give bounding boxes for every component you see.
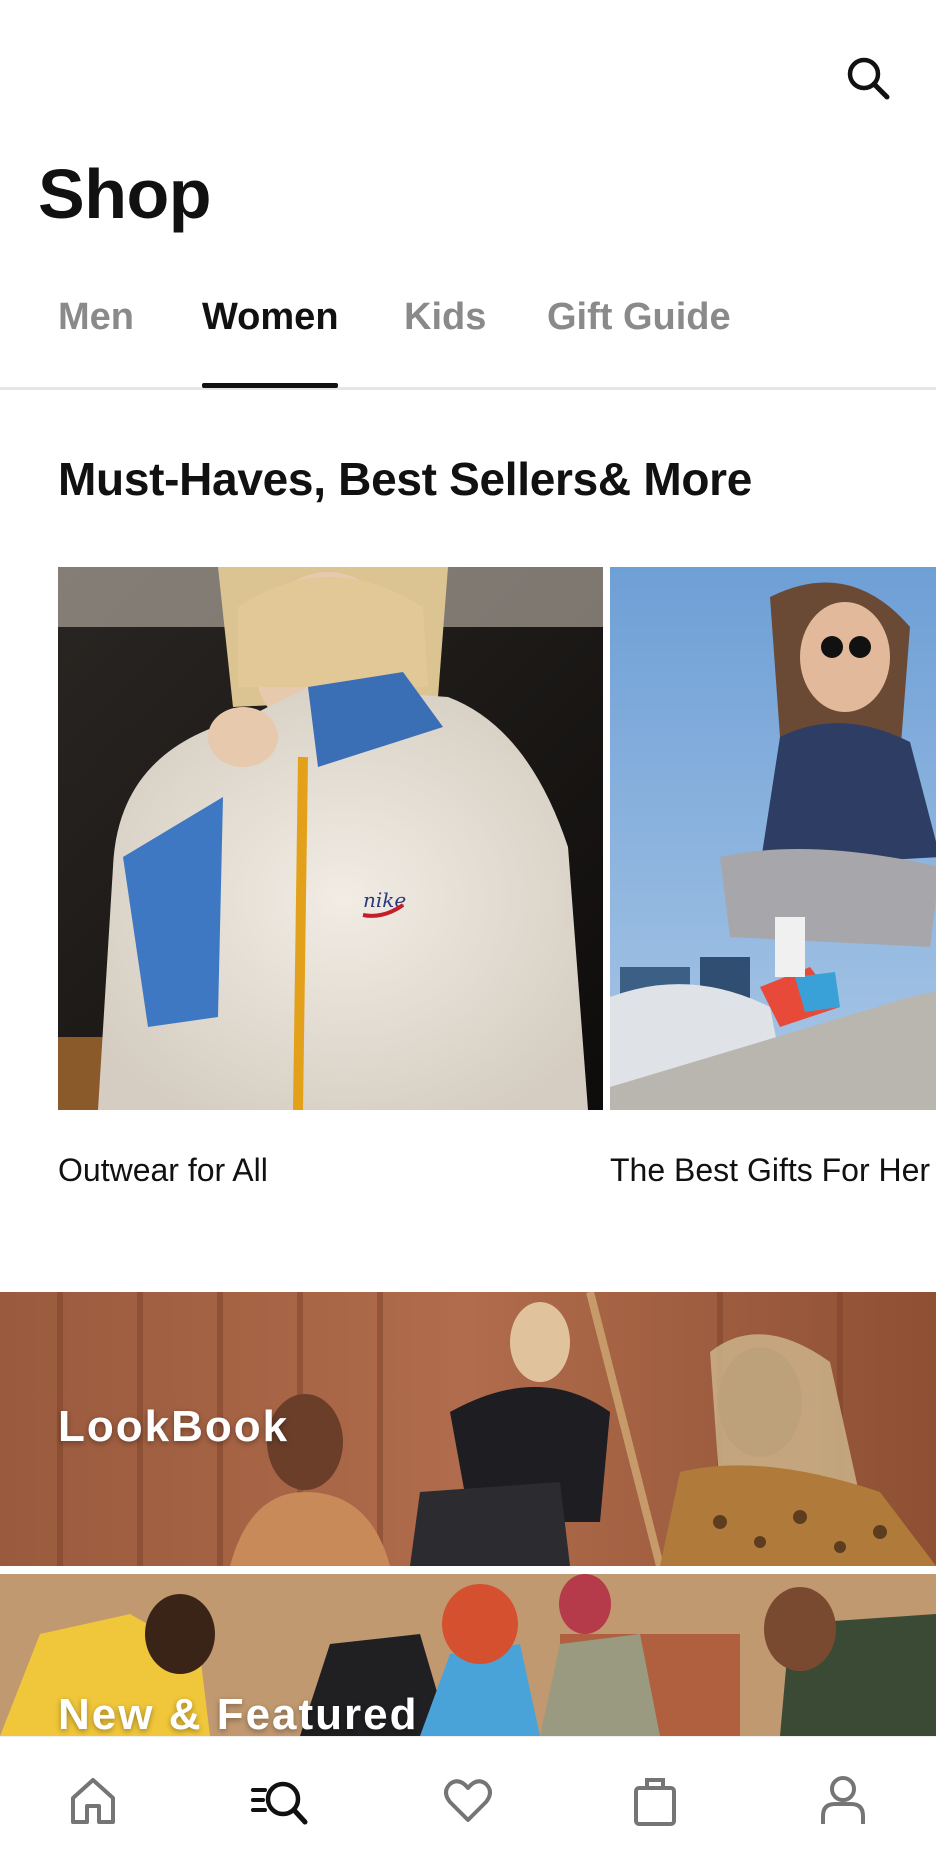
top-bar (0, 0, 936, 150)
card-image-outerwear: nike (58, 567, 603, 1110)
card-label: The Best Gifts For Her (610, 1152, 931, 1188)
heart-icon (444, 1779, 492, 1822)
home-icon (71, 1778, 115, 1824)
section-title: Must-Haves, Best Sellers& More (58, 453, 753, 505)
nav-favorites[interactable] (433, 1765, 503, 1835)
banner-lookbook[interactable]: LookBook (0, 1292, 936, 1566)
banner-label-new-featured: New & Featured (58, 1690, 419, 1736)
active-tab-indicator (202, 383, 338, 388)
search-icon (847, 57, 890, 100)
tab-gift-guide[interactable]: Gift Guide (547, 296, 731, 339)
tab-men[interactable]: Men (58, 296, 134, 339)
card-label: Outwear for All (58, 1152, 268, 1188)
tab-women[interactable]: Women (202, 296, 339, 339)
nav-shop[interactable] (246, 1765, 316, 1835)
nav-bag[interactable] (620, 1765, 690, 1835)
product-carousel[interactable]: nike Outwear for All The Best Gifts For … (0, 567, 936, 1227)
banner-label-lookbook: LookBook (58, 1402, 290, 1451)
search-button[interactable] (842, 52, 894, 104)
carousel-card-gifts-for-her[interactable]: The Best Gifts For Her (610, 567, 936, 1188)
carousel-card-outerwear[interactable]: nike Outwear for All (58, 567, 603, 1188)
profile-icon (821, 1776, 865, 1824)
shop-search-icon (251, 1781, 308, 1825)
nav-home[interactable] (58, 1765, 128, 1835)
card-image-gifts (610, 567, 936, 1110)
tab-kids[interactable]: Kids (404, 296, 486, 339)
page-title: Shop (38, 155, 211, 233)
nav-profile[interactable] (808, 1765, 878, 1835)
banner-new-featured[interactable]: New & Featured (0, 1574, 936, 1736)
category-tabs: Men Women Kids Gift Guide (0, 290, 936, 390)
bottom-navigation (0, 1736, 936, 1864)
bag-icon (634, 1778, 676, 1826)
